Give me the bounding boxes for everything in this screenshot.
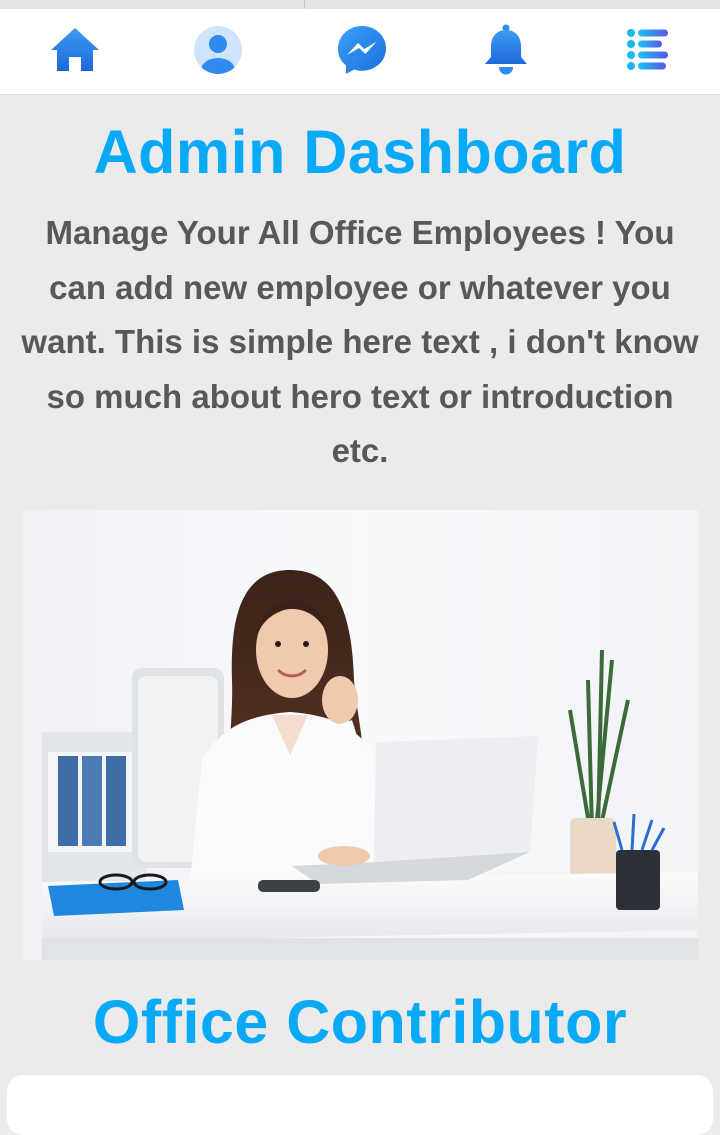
status-divider: [304, 0, 305, 9]
top-navbar: [0, 9, 720, 95]
menu-icon: [626, 28, 670, 72]
section-title: Office Contributor: [92, 988, 628, 1056]
status-strip: [0, 0, 720, 9]
intro-text: Manage Your All Office Employees ! You c…: [21, 214, 699, 469]
nav-profile-button[interactable]: [190, 22, 246, 78]
contributor-card: [7, 1075, 713, 1135]
profile-icon: [192, 24, 244, 76]
nav-messenger-button[interactable]: [334, 22, 390, 78]
nav-menu-button[interactable]: [620, 22, 676, 78]
page-title: Admin Dashboard: [93, 118, 627, 186]
bell-icon: [481, 23, 531, 77]
messenger-icon: [335, 23, 389, 77]
hero-image: [22, 510, 698, 960]
home-icon: [48, 23, 102, 77]
nav-notifications-button[interactable]: [478, 22, 534, 78]
nav-home-button[interactable]: [47, 22, 103, 78]
